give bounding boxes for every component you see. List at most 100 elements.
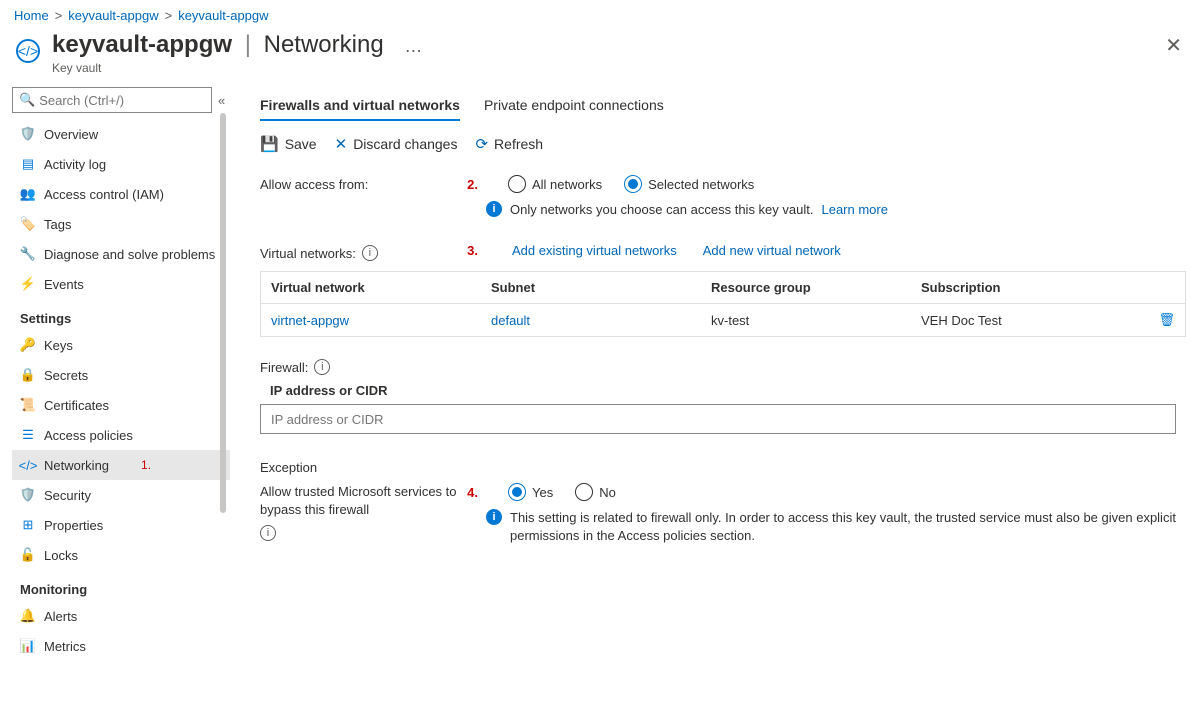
radio-selected-networks-label: Selected networks <box>648 177 754 192</box>
sidebar-item-locks[interactable]: 🔓 Locks <box>12 540 230 570</box>
refresh-icon: ⟳ <box>475 135 488 153</box>
allow-access-label: Allow access from: <box>260 175 460 192</box>
keyvault-icon: </> <box>14 37 42 65</box>
sidebar-item-label: Access control (IAM) <box>44 187 164 202</box>
tab-firewalls[interactable]: Firewalls and virtual networks <box>260 97 460 121</box>
table-row: virtnet-appgw default kv-test VEH Doc Te… <box>261 304 1185 337</box>
sidebar-group-monitoring: Monitoring <box>20 582 230 597</box>
svg-text:</>: </> <box>18 43 38 59</box>
add-new-vnet-link[interactable]: Add new virtual network <box>703 243 841 258</box>
breadcrumb-home[interactable]: Home <box>14 8 49 23</box>
annotation-marker: 4. <box>460 485 478 500</box>
cell-subnet[interactable]: default <box>491 313 711 328</box>
sidebar-item-label: Networking <box>44 458 109 473</box>
sidebar-item-security[interactable]: 🛡️ Security <box>12 480 230 510</box>
info-icon[interactable]: i <box>362 245 378 261</box>
radio-selected-networks[interactable] <box>624 175 642 193</box>
radio-exception-no[interactable] <box>575 483 593 501</box>
iam-icon: 👥 <box>20 186 36 202</box>
exception-section-label: Exception <box>260 460 1186 475</box>
save-label: Save <box>285 136 317 152</box>
sidebar-item-label: Activity log <box>44 157 106 172</box>
section-title: Networking <box>264 31 384 58</box>
radio-all-networks-label: All networks <box>532 177 602 192</box>
cell-resource-group: kv-test <box>711 313 921 328</box>
sidebar-item-label: Properties <box>44 518 103 533</box>
sidebar-group-settings: Settings <box>20 311 230 326</box>
access-info-text: Only networks you choose can access this… <box>510 202 813 217</box>
breadcrumb: Home > keyvault-appgw > keyvault-appgw <box>0 0 1200 27</box>
breadcrumb-l1[interactable]: keyvault-appgw <box>68 8 158 23</box>
sidebar-item-label: Overview <box>44 127 98 142</box>
sidebar-item-networking[interactable]: </> Networking 1. <box>12 450 230 480</box>
radio-all-networks[interactable] <box>508 175 526 193</box>
toolbar: 💾 Save ✕ Discard changes ⟳ Refresh <box>260 135 1186 153</box>
sidebar-item-alerts[interactable]: 🔔 Alerts <box>12 601 230 631</box>
sidebar-item-overview[interactable]: 🛡️ Overview <box>12 119 230 149</box>
sidebar-item-events[interactable]: ⚡ Events <box>12 269 230 299</box>
collapse-sidebar-button[interactable]: « <box>218 93 225 108</box>
sidebar-item-label: Certificates <box>44 398 109 413</box>
sidebar-item-properties[interactable]: ⊞ Properties <box>12 510 230 540</box>
ip-cidr-input[interactable] <box>260 404 1176 434</box>
resource-type-label: Key vault <box>52 61 422 75</box>
firewall-label: Firewall: i <box>260 359 1186 375</box>
tab-private-endpoints[interactable]: Private endpoint connections <box>484 97 664 121</box>
search-box[interactable]: 🔍 <box>12 87 212 113</box>
radio-no-label: No <box>599 485 616 500</box>
search-input[interactable] <box>39 93 205 108</box>
access-policies-icon: ☰ <box>20 427 36 443</box>
learn-more-link[interactable]: Learn more <box>821 202 887 217</box>
annotation-marker: 3. <box>460 243 478 258</box>
sidebar-item-activity-log[interactable]: ▤ Activity log <box>12 149 230 179</box>
sidebar-item-secrets[interactable]: 🔒 Secrets <box>12 360 230 390</box>
sidebar-item-tags[interactable]: 🏷️ Tags <box>12 209 230 239</box>
sidebar: 🔍 « 🛡️ Overview ▤ Activity log 👥 Access … <box>0 83 230 701</box>
radio-exception-yes[interactable] <box>508 483 526 501</box>
sidebar-item-access-policies[interactable]: ☰ Access policies <box>12 420 230 450</box>
discard-label: Discard changes <box>353 136 457 152</box>
table-header: Virtual network Subnet Resource group Su… <box>261 272 1185 304</box>
info-icon[interactable]: i <box>260 525 276 541</box>
sidebar-item-metrics[interactable]: 📊 Metrics <box>12 631 230 661</box>
sidebar-item-label: Security <box>44 488 91 503</box>
save-button[interactable]: 💾 Save <box>260 135 317 153</box>
discard-icon: ✕ <box>335 135 348 153</box>
main-content: Firewalls and virtual networks Private e… <box>230 83 1200 701</box>
sidebar-item-keys[interactable]: 🔑 Keys <box>12 330 230 360</box>
sidebar-item-diagnose[interactable]: 🔧 Diagnose and solve problems <box>12 239 230 269</box>
sidebar-item-label: Tags <box>44 217 71 232</box>
sidebar-item-label: Keys <box>44 338 73 353</box>
radio-yes-label: Yes <box>532 485 553 500</box>
sidebar-item-label: Access policies <box>44 428 133 443</box>
discard-button[interactable]: ✕ Discard changes <box>335 135 458 153</box>
breadcrumb-l2[interactable]: keyvault-appgw <box>178 8 268 23</box>
info-icon: i <box>486 201 502 217</box>
sidebar-item-label: Secrets <box>44 368 88 383</box>
overview-icon: 🛡️ <box>20 126 36 142</box>
breadcrumb-sep: > <box>165 8 173 23</box>
exception-label: Allow trusted Microsoft services to bypa… <box>260 483 460 541</box>
sidebar-item-certificates[interactable]: 📜 Certificates <box>12 390 230 420</box>
col-subnet: Subnet <box>491 280 711 295</box>
vnet-label: Virtual networks: i <box>260 243 460 261</box>
events-icon: ⚡ <box>20 276 36 292</box>
breadcrumb-sep: > <box>55 8 63 23</box>
sidebar-scrollbar[interactable] <box>220 113 226 697</box>
secrets-icon: 🔒 <box>20 367 36 383</box>
refresh-button[interactable]: ⟳ Refresh <box>475 135 543 153</box>
tabs: Firewalls and virtual networks Private e… <box>260 97 1186 121</box>
sidebar-item-label: Diagnose and solve problems <box>44 247 215 262</box>
more-button[interactable]: … <box>404 36 422 56</box>
info-icon[interactable]: i <box>314 359 330 375</box>
sidebar-scroll-thumb[interactable] <box>220 113 226 513</box>
close-button[interactable]: ✕ <box>1165 33 1182 58</box>
tags-icon: 🏷️ <box>20 216 36 232</box>
cell-vnet[interactable]: virtnet-appgw <box>271 313 491 328</box>
vnet-table: Virtual network Subnet Resource group Su… <box>260 271 1186 337</box>
sidebar-item-iam[interactable]: 👥 Access control (IAM) <box>12 179 230 209</box>
sidebar-item-label: Alerts <box>44 609 77 624</box>
delete-row-button[interactable]: 🗑 <box>1145 312 1175 328</box>
exception-info-text: This setting is related to firewall only… <box>510 509 1186 545</box>
add-existing-vnet-link[interactable]: Add existing virtual networks <box>512 243 677 258</box>
